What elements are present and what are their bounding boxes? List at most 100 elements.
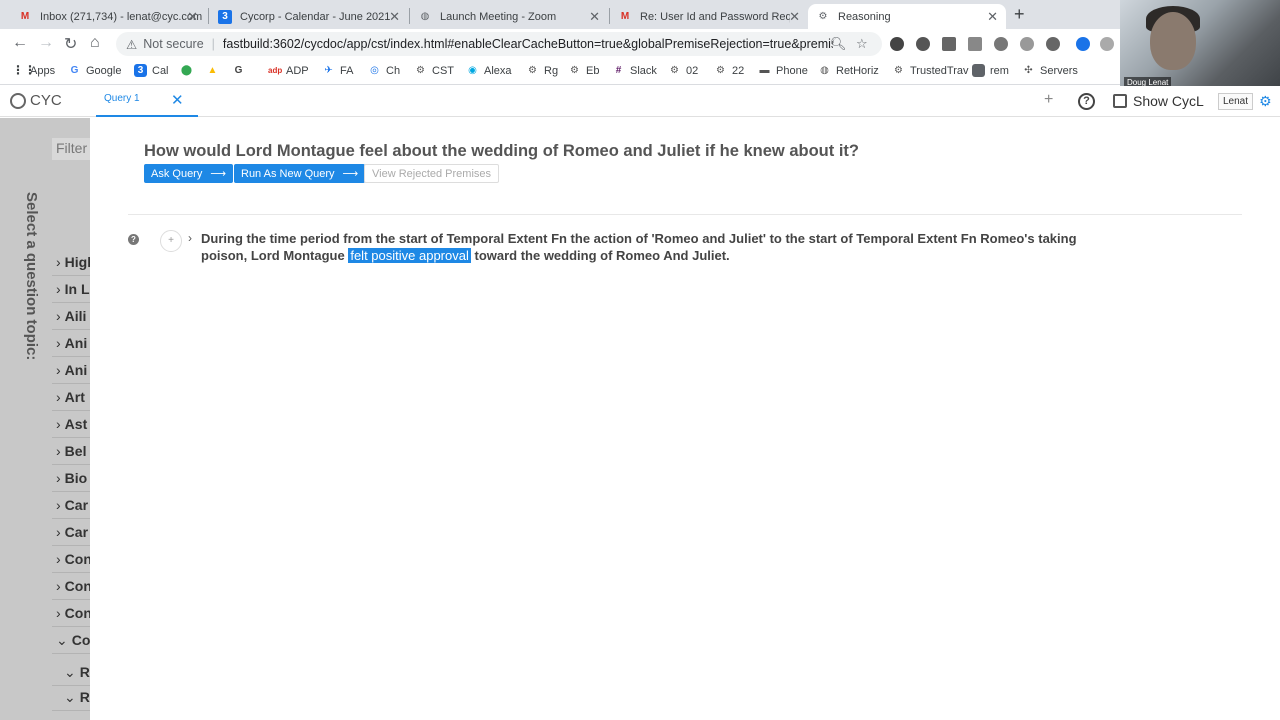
sidebar-topic-item[interactable]: › Aili xyxy=(52,305,90,327)
bookmark-maps[interactable]: ⬤ xyxy=(180,64,198,77)
extension-icon[interactable] xyxy=(994,37,1008,51)
gear-icon[interactable]: ⚙ xyxy=(1259,93,1272,110)
answer-highlight[interactable]: felt positive approval xyxy=(348,248,471,263)
extension-icon[interactable] xyxy=(1020,37,1034,51)
tab-calendar[interactable]: 3 Cycorp - Calendar - June 2021 ✕ xyxy=(210,4,408,29)
bookmark-cal[interactable]: 3 Cal xyxy=(134,64,169,77)
sidebar-topic-label: Bel xyxy=(64,443,87,459)
bookmark-fa[interactable]: ✈ FA xyxy=(322,64,353,77)
profile-icon[interactable] xyxy=(1076,37,1090,51)
bookmark-rethoriz[interactable]: ◍ RetHoriz xyxy=(818,64,879,77)
close-icon[interactable]: ✕ xyxy=(789,9,800,25)
sidebar-topic-item[interactable]: ⌄Con xyxy=(52,629,90,651)
google-icon: G xyxy=(70,65,79,76)
bookmark-drive[interactable]: ▲ xyxy=(206,64,224,77)
bookmark-apps[interactable]: ⋮⋮ Apps xyxy=(12,64,55,77)
chevron-right-icon: › xyxy=(56,254,61,270)
bookmark-cst[interactable]: ⚙ CST xyxy=(414,64,454,77)
url-text[interactable]: fastbuild:3602/cycdoc/app/cst/index.html… xyxy=(223,37,833,51)
bookmark-ch[interactable]: ◎ Ch xyxy=(368,64,400,77)
filter-input[interactable]: Filter xyxy=(52,138,90,160)
run-as-new-query-button[interactable]: Run As New Query ⟶ xyxy=(234,164,366,183)
globe-icon: ◍ xyxy=(820,65,829,76)
extension-icon[interactable] xyxy=(1100,37,1114,51)
extension-icon[interactable] xyxy=(968,37,982,51)
sidebar-divider xyxy=(52,599,90,600)
chevron-right-icon[interactable]: › xyxy=(188,231,192,245)
answer-text-part: toward the wedding of Romeo And Juliet. xyxy=(474,248,730,263)
sidebar-topic-item[interactable]: › Car xyxy=(52,521,90,543)
reload-icon[interactable]: ↻ xyxy=(64,34,77,54)
help-icon[interactable]: ? xyxy=(1078,93,1095,110)
sidebar-topic-item[interactable]: ⌄ R xyxy=(60,661,90,683)
chevron-right-icon: › xyxy=(56,605,61,621)
address-bar[interactable]: ⚠ Not secure | fastbuild:3602/cycdoc/app… xyxy=(116,32,882,56)
sidebar-topic-item[interactable]: › Bio xyxy=(52,467,90,489)
tab-label: Inbox (271,734) - lenat@cyc.com xyxy=(40,10,203,23)
expand-plus-icon[interactable]: + xyxy=(160,230,182,252)
tab-label: Launch Meeting - Zoom xyxy=(440,10,557,23)
bookmark-rg[interactable]: ⚙ Rg xyxy=(526,64,558,77)
sidebar-topic-item[interactable]: ›High xyxy=(52,251,90,273)
bookmark-02[interactable]: ⚙ 02 xyxy=(668,64,698,77)
webcam-overlay: Doug Lenat xyxy=(1120,0,1280,90)
sidebar-topic-item[interactable]: › Ani xyxy=(52,332,90,354)
sidebar-topic-item[interactable]: › Ast xyxy=(52,413,90,435)
alexa-icon: ◉ xyxy=(468,65,477,76)
search-icon[interactable]: 🔍︎ xyxy=(830,36,847,52)
view-rejected-premises-button[interactable]: View Rejected Premises xyxy=(364,164,500,183)
sidebar-topic-item[interactable]: › Ani xyxy=(52,359,90,381)
back-icon[interactable]: ← xyxy=(12,34,28,52)
bookmark-22[interactable]: ⚙ 22 xyxy=(714,64,744,77)
bookmark-slack[interactable]: # Slack xyxy=(612,64,657,77)
user-button[interactable]: Lenat xyxy=(1218,93,1254,110)
tab-reasoning[interactable]: ⚙ Reasoning ✕ xyxy=(808,4,1006,29)
show-cycl-toggle[interactable]: Show CycL xyxy=(1113,93,1204,109)
sidebar-topic-item[interactable]: › Art xyxy=(52,386,90,408)
extension-icon[interactable] xyxy=(1046,37,1060,51)
close-icon[interactable]: ✕ xyxy=(389,9,400,25)
tab-reply[interactable]: M Re: User Id and Password Reque ✕ xyxy=(610,4,808,29)
bookmark-trustedtrav[interactable]: ⚙ TrustedTrav xyxy=(892,64,968,77)
star-icon[interactable]: ☆ xyxy=(856,36,868,52)
ask-query-button[interactable]: Ask Query ⟶ xyxy=(144,164,234,183)
close-icon[interactable]: ✕ xyxy=(187,9,198,25)
bookmark-rem[interactable]: rem xyxy=(972,64,1009,77)
sidebar-topic-item[interactable]: › Bel xyxy=(52,440,90,462)
bookmark-adp[interactable]: adp ADP xyxy=(268,64,309,77)
bookmark-alexa[interactable]: ◉ Alexa xyxy=(466,64,511,77)
sidebar-topic-item[interactable]: › Con xyxy=(52,575,90,597)
chevron-down-icon: ⌄ xyxy=(56,631,68,648)
sidebar-topic-item[interactable]: › Car xyxy=(52,494,90,516)
sidebar-divider xyxy=(52,410,90,411)
checkbox[interactable] xyxy=(1113,94,1127,108)
close-icon[interactable]: ✕ xyxy=(589,9,600,25)
tab-inbox[interactable]: M Inbox (271,734) - lenat@cyc.com ✕ xyxy=(10,4,206,29)
add-query-icon[interactable]: + xyxy=(1044,91,1053,109)
sidebar-topic-item[interactable]: ›In Li xyxy=(52,278,90,300)
forward-icon[interactable]: → xyxy=(38,34,54,52)
close-icon[interactable]: ✕ xyxy=(987,9,998,25)
sidebar-topic-item[interactable]: ⌄ R xyxy=(60,686,90,708)
sidebar-topic-label: Con xyxy=(71,632,90,648)
tab-zoom[interactable]: ◍ Launch Meeting - Zoom ✕ xyxy=(410,4,608,29)
bookmark-servers[interactable]: ✣ Servers xyxy=(1022,64,1078,77)
sidebar-topic-item[interactable]: › Con xyxy=(52,548,90,570)
cyc-logo[interactable]: CYC xyxy=(10,92,62,109)
bookmark-g[interactable]: G xyxy=(232,64,250,77)
extension-icon[interactable] xyxy=(942,37,956,51)
extension-icon[interactable] xyxy=(890,37,904,51)
chevron-right-icon: › xyxy=(56,443,61,459)
bookmark-label: Servers xyxy=(1040,64,1078,77)
new-tab-icon[interactable]: + xyxy=(1014,4,1025,25)
bookmark-eb[interactable]: ⚙ Eb xyxy=(568,64,599,77)
bookmark-google[interactable]: G Google xyxy=(68,64,122,77)
tab-label: Reasoning xyxy=(838,10,891,23)
question-mark-icon[interactable]: ? xyxy=(128,234,139,245)
extension-icon[interactable] xyxy=(916,37,930,51)
sidebar-topic-item[interactable]: › Con xyxy=(52,602,90,624)
bookmark-phone[interactable]: ▬ Phone xyxy=(758,64,808,77)
home-icon[interactable]: ⌂ xyxy=(90,34,100,52)
close-icon[interactable]: ✕ xyxy=(171,91,184,109)
tab-query-1[interactable]: Query 1 ✕ xyxy=(96,86,198,117)
